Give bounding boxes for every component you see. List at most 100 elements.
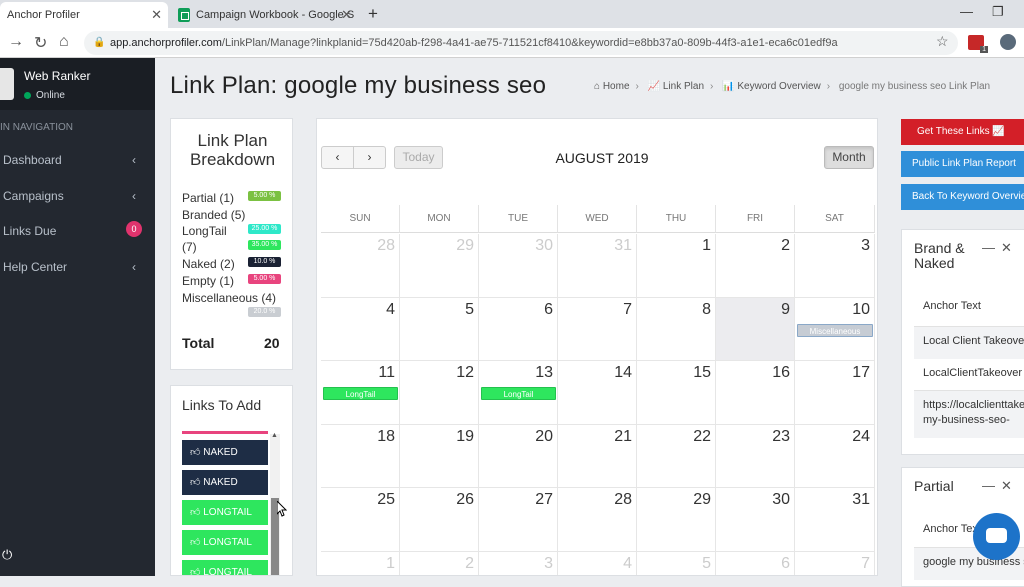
calendar-day-cell[interactable]: 7 (558, 297, 637, 361)
sidebar-item-label: Help Center (3, 260, 68, 274)
calendar-day-cell[interactable]: 26 (400, 488, 479, 552)
calendar-event-longtail[interactable]: LongTail (323, 387, 398, 400)
add-link-longtail-button[interactable]: 👍︎ LONGTAIL (182, 500, 268, 525)
profile-avatar[interactable] (1000, 34, 1016, 50)
close-icon[interactable]: ✕ (1001, 240, 1012, 256)
collapse-icon[interactable]: — (982, 240, 995, 255)
add-link-longtail-button[interactable]: 👍︎ LONGTAIL (182, 530, 268, 555)
breakdown-label: LongTail (182, 224, 227, 238)
collapse-icon[interactable]: — (982, 478, 995, 493)
home-icon[interactable]: ⌂ (59, 33, 69, 51)
day-number: 1 (386, 554, 395, 572)
calendar-day-cell[interactable]: 14 (558, 361, 637, 425)
browser-tab-anchor-profiler[interactable]: Anchor Profiler ✕ (0, 2, 168, 28)
add-link-naked-button[interactable]: 👍︎ NAKED (182, 470, 268, 495)
url-path: /LinkPlan/Manage?linkplanid=75d420ab-f29… (221, 37, 838, 49)
calendar-day-cell[interactable]: 2 (400, 551, 479, 575)
day-number: 20 (535, 427, 553, 445)
scroll-up-icon[interactable]: ▲ (271, 432, 278, 439)
day-number: 27 (535, 491, 553, 508)
calendar-day-cell[interactable]: 3 (795, 234, 875, 298)
calendar-day-cell[interactable]: 29 (400, 234, 479, 298)
calendar-day-cell[interactable]: 6 (479, 297, 558, 361)
close-tab-icon[interactable]: ✕ (151, 7, 162, 23)
calendar-day-cell[interactable]: 31 (795, 488, 875, 552)
browser-tab-bar: Anchor Profiler ✕ Campaign Workbook - Go… (0, 0, 1024, 28)
extension-icon[interactable]: 1 (968, 35, 988, 53)
day-number: 29 (693, 491, 711, 508)
calendar-day-cell[interactable]: 21 (558, 424, 637, 488)
calendar-today-button[interactable]: Today (394, 146, 443, 169)
calendar-day-cell[interactable]: 30 (716, 488, 795, 552)
browser-tab-campaign-workbook[interactable]: Campaign Workbook - Google S ✕ (170, 2, 358, 28)
calendar-month-view-button[interactable]: Month (824, 146, 874, 169)
reload-icon[interactable]: ↻ (34, 33, 47, 53)
minimize-icon[interactable]: — (960, 4, 973, 19)
back-icon[interactable]: → (8, 33, 24, 51)
calendar-day-cell[interactable]: 28 (321, 234, 400, 298)
calendar-prev-button[interactable]: ‹ (321, 146, 354, 169)
get-these-links-button[interactable]: Get These Links 📈 (901, 119, 1024, 145)
links-to-add-title: Links To Add (182, 397, 262, 413)
chat-bubble-icon[interactable] (973, 513, 1020, 560)
calendar-event-longtail[interactable]: LongTail (481, 387, 556, 400)
public-link-plan-report-button[interactable]: Public Link Plan Report (901, 151, 1024, 177)
calendar-day-cell[interactable]: 1 (321, 551, 400, 575)
url-input[interactable]: 🔒 app.anchorprofiler.com/LinkPlan/Manage… (84, 31, 958, 55)
calendar-day-cell[interactable]: 18 (321, 424, 400, 488)
calendar-next-button[interactable]: › (353, 146, 386, 169)
calendar-day-cell[interactable]: 24 (795, 424, 875, 488)
calendar-day-cell[interactable]: 23 (716, 424, 795, 488)
power-icon[interactable]: ⏻ (2, 547, 12, 563)
calendar-day-cell[interactable]: 15 (637, 361, 716, 425)
calendar-day-cell[interactable]: 30 (479, 234, 558, 298)
calendar-day-cell[interactable]: 25 (321, 488, 400, 552)
restore-icon[interactable]: ❐ (992, 4, 1004, 20)
bookmark-star-icon[interactable]: ☆ (936, 33, 949, 50)
calendar-panel: ‹ › Today AUGUST 2019 Month SUN MON TUE WED… (316, 118, 878, 576)
calendar-day-cell[interactable]: 17 (795, 361, 875, 425)
close-tab-icon[interactable]: ✕ (341, 7, 352, 23)
calendar-day-cell[interactable]: 29 (637, 488, 716, 552)
calendar-day-cell[interactable]: 12 (400, 361, 479, 425)
thumbs-up-icon: 👍︎ (190, 447, 201, 458)
breadcrumb-keyword-overview[interactable]: Keyword Overview (737, 81, 820, 92)
sidebar-item-dashboard[interactable]: Dashboard ‹ (3, 153, 148, 167)
calendar-day-cell[interactable]: 5 (400, 297, 479, 361)
calendar-day-cell[interactable]: 31 (558, 234, 637, 298)
day-number: 21 (614, 427, 632, 445)
new-tab-icon[interactable]: + (368, 4, 378, 24)
breadcrumb-home[interactable]: Home (603, 81, 630, 92)
sidebar-item-help-center[interactable]: Help Center ‹ (3, 260, 148, 274)
calendar-day-cell[interactable]: 9 (716, 297, 795, 361)
links-to-add-panel: Links To Add 👍︎ NAKED 👍︎ NAKED 👍︎ LONGTA… (170, 385, 293, 576)
calendar-day-cell[interactable]: 16 (716, 361, 795, 425)
anchor-text-label: Anchor Text (923, 300, 981, 312)
calendar-day-cell[interactable]: 28 (558, 488, 637, 552)
calendar-day-cell[interactable]: 7 (795, 551, 875, 575)
close-icon[interactable]: ✕ (1001, 478, 1012, 494)
sidebar-item-campaigns[interactable]: Campaigns ‹ (3, 189, 148, 203)
calendar-day-cell[interactable]: 22 (637, 424, 716, 488)
user-status: Online (24, 90, 65, 101)
sidebar-item-links-due[interactable]: Links Due 0 (3, 221, 148, 238)
calendar-day-cell[interactable]: 3 (479, 551, 558, 575)
calendar-day-cell[interactable]: 6 (716, 551, 795, 575)
calendar-day-cell[interactable]: 1 (637, 234, 716, 298)
calendar-day-cell[interactable]: 8 (637, 297, 716, 361)
breadcrumb-link-plan[interactable]: Link Plan (663, 81, 704, 92)
calendar-day-cell[interactable]: 27 (479, 488, 558, 552)
add-link-longtail-button[interactable]: 👍︎ LONGTAIL (182, 560, 268, 575)
calendar-event-misc[interactable]: Miscellaneous (797, 323, 873, 337)
add-link-naked-button[interactable]: 👍︎ NAKED (182, 440, 268, 465)
calendar-day-cell[interactable]: 5 (637, 551, 716, 575)
weekday-header: TUE (479, 205, 558, 233)
calendar-day-cell[interactable]: 20 (479, 424, 558, 488)
breakdown-badge: 5.00 % (248, 191, 281, 201)
calendar-day-cell[interactable]: 19 (400, 424, 479, 488)
day-number: 7 (623, 300, 632, 318)
back-to-keyword-overview-button[interactable]: Back To Keyword Overview (901, 184, 1024, 210)
calendar-day-cell[interactable]: 4 (558, 551, 637, 575)
calendar-day-cell[interactable]: 2 (716, 234, 795, 298)
calendar-day-cell[interactable]: 4 (321, 297, 400, 361)
